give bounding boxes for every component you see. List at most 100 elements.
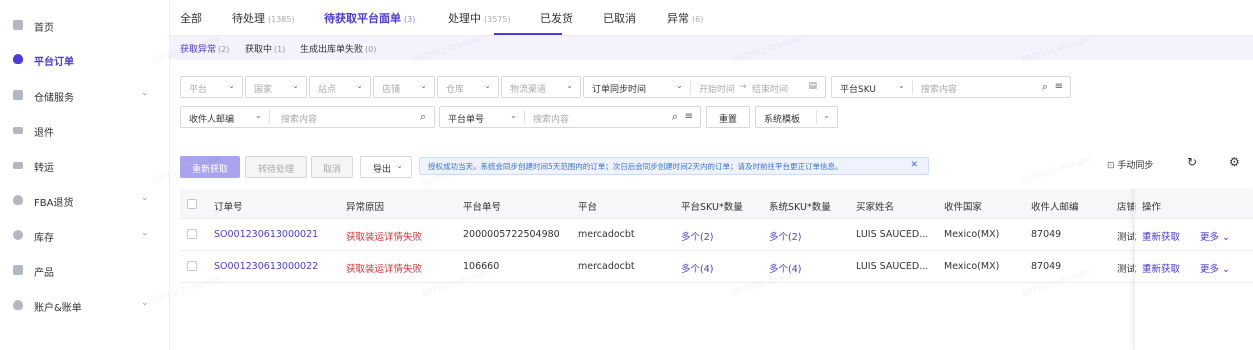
order-search-input[interactable]: 搜索内容 [533,112,569,125]
range-arrow: → [739,82,747,92]
sidebar-item-returns[interactable]: 退件 [0,117,170,143]
sync-icon: ⊡ [1107,161,1115,171]
time-type-select[interactable]: 订单同步时间 [592,82,646,95]
to-pending-button[interactable]: 转待处理 [245,156,307,178]
tab-exception[interactable]: 异常 (6) [667,10,703,26]
sidebar-item-label: 产品 [34,268,54,279]
table-header: 订单号 异常原因 平台单号 平台 平台SKU*数量 系统SKU*数量 买家姓名 … [180,189,1253,219]
sidebar-item-products[interactable]: 产品 [0,257,170,283]
select-all-checkbox[interactable] [187,199,197,209]
platform-sku-link[interactable]: 多个(2) [681,229,713,243]
zip-search-input[interactable]: 搜索内容 [281,112,317,125]
platform-select[interactable]: 平台 ⌄ [180,76,243,98]
tab-label: 异常 [667,12,689,25]
sku-type-select[interactable]: 平台SKU [840,82,876,95]
chevron-down-icon: ⌄ [141,88,149,98]
store-select[interactable]: 店铺 ⌄ [373,76,435,98]
sidebar-item-warehouse-service[interactable]: 仓储服务 ⌄ [0,82,170,108]
column-settings-icon[interactable]: ⚙ [1229,155,1240,169]
column-header: 收件国家 [944,202,983,213]
row-checkbox[interactable] [187,229,197,239]
tab-processing[interactable]: 处理中 (3575) [448,10,511,26]
order-type-select[interactable]: 平台单号 [448,112,484,125]
subtab-label: 获取中 [245,45,273,55]
start-time-input[interactable]: 开始时间 [699,82,735,95]
end-time-input[interactable]: 结束时间 [752,82,788,95]
sidebar-item-label: 平台订单 [34,57,74,68]
zip-search: 收件人邮编 ⌄ 搜索内容 ⌕ [180,106,435,128]
system-sku-link[interactable]: 多个(4) [769,261,801,275]
button-label: 重置 [718,115,737,125]
chevron-down-icon: ⌄ [356,81,363,90]
tab-count: (3575) [484,15,511,24]
table-row: SO001230613000021 获取装运详情失败 2000005722504… [180,219,1253,251]
multi-line-icon[interactable]: ≡ [1055,81,1063,92]
select-label: 国家 [254,85,273,95]
refetch-button[interactable]: 重新获取 [180,156,240,178]
subtab-outbound-failed[interactable]: 生成出库单失败 (0) [300,42,376,55]
sidebar-item-account-billing[interactable]: 账户&账单 ⌄ [0,292,170,318]
sidebar-item-transfer[interactable]: 转运 [0,152,170,178]
button-label: 取消 [322,165,341,175]
order-number-link[interactable]: SO001230613000021 [214,229,318,240]
tab-label: 全部 [180,12,202,25]
subtab-fetching[interactable]: 获取中 (1) [245,42,285,55]
sync-notice: 授权成功当天，系统会同步创建时间5天范围内的订单；次日后会同步创建时间2天内的订… [419,157,929,175]
subtab-fetch-error[interactable]: 获取异常 (2) [180,42,229,55]
chevron-down-icon: ⌄ [566,81,573,90]
chevron-down-icon: ⌄ [292,81,299,90]
truck-icon [13,127,23,134]
select-label: 店铺 [382,85,401,95]
tab-shipped[interactable]: 已发货 [540,10,573,26]
search-icon[interactable]: ⌕ [672,110,678,124]
button-label: 重新获取 [191,165,228,175]
tab-count: (1385) [268,15,295,24]
recipient-country: Mexico(MX) [944,261,1000,272]
platform-sku-link[interactable]: 多个(4) [681,261,713,275]
close-icon[interactable]: ✕ [910,160,918,170]
search-icon[interactable]: ⌕ [1042,80,1048,94]
order-no-search: 平台单号 ⌄ 搜索内容 ⌕ ≡ [439,106,701,128]
sidebar-item-platform-orders[interactable]: 平台订单 [0,46,170,72]
sidebar-item-inventory[interactable]: 库存 ⌄ [0,222,170,248]
tab-count: (6) [692,15,704,24]
column-header: 异常原因 [346,202,385,213]
template-select[interactable]: 系统模板 ⌄ [755,106,838,128]
refresh-icon[interactable]: ↻ [1187,155,1197,169]
subtab-count: (1) [274,45,286,54]
multi-line-icon[interactable]: ≡ [685,111,693,122]
system-sku-link[interactable]: 多个(2) [769,229,801,243]
search-icon[interactable]: ⌕ [420,110,426,124]
site-select[interactable]: 站点 ⌄ [309,76,371,98]
tab-cancelled[interactable]: 已取消 [603,10,636,26]
reset-button[interactable]: 重置 [706,106,750,128]
recipient-zip: 87049 [1031,229,1062,240]
zip-type-select[interactable]: 收件人邮编 [189,112,234,125]
sidebar-item-home[interactable]: 首页 [0,12,170,38]
chevron-down-icon: ⌄ [141,298,149,308]
home-icon [13,20,23,30]
sidebar: 首页 平台订单 仓储服务 ⌄ 退件 转运 FBA退货 ⌄ 库存 ⌄ 产品 账户&… [0,0,170,350]
shield-icon [13,195,23,205]
sku-search-input[interactable]: 搜索内容 [921,82,957,95]
channel-select[interactable]: 物流渠道 ⌄ [501,76,581,98]
manual-sync-button[interactable]: ⊡ 手动同步 [1107,158,1153,171]
divider [524,110,525,124]
tab-all[interactable]: 全部 [180,10,202,26]
country-select[interactable]: 国家 ⌄ [245,76,307,98]
cancel-button[interactable]: 取消 [311,156,353,178]
divider [912,80,913,94]
row-checkbox[interactable] [187,261,197,271]
export-button[interactable]: 导出 ⌄ [360,156,412,178]
sidebar-item-fba-returns[interactable]: FBA退货 ⌄ [0,187,170,213]
platform-name: mercadocbt [578,229,635,240]
chevron-down-icon: ⌄ [228,81,235,90]
warehouse-select[interactable]: 仓库 ⌄ [437,76,499,98]
warehouse-icon [13,90,23,100]
sidebar-item-label: 首页 [34,23,54,34]
order-number-link[interactable]: SO001230613000022 [214,261,318,272]
column-header: 平台SKU*数量 [681,202,743,213]
tab-awaiting-label[interactable]: 待获取平台面单 (3) [324,10,415,26]
divider [269,110,270,124]
tab-pending[interactable]: 待处理 (1385) [232,10,295,26]
